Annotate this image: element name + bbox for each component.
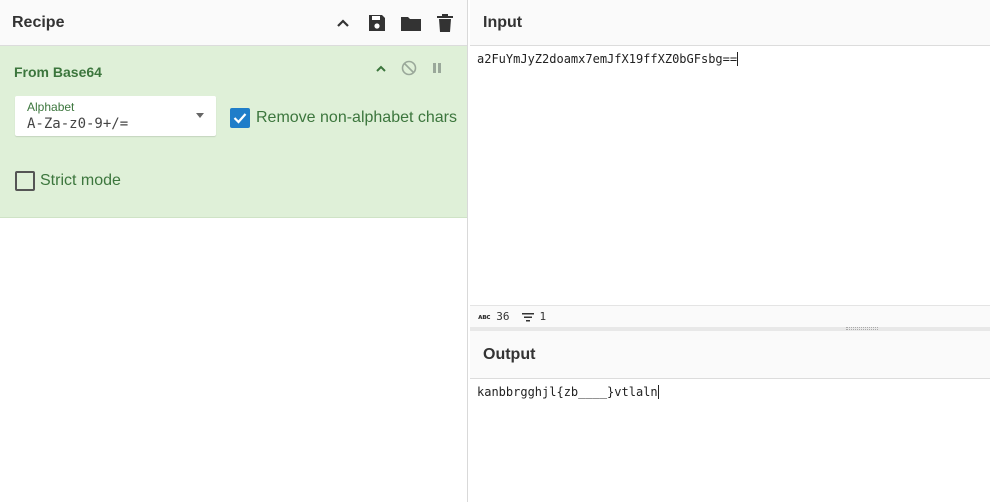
checkbox-unchecked-icon[interactable] [15,171,35,191]
resize-grip-icon[interactable] [846,327,878,330]
output-pane: Output kanbbrgghjl{zb____}vtlaln [470,331,990,502]
output-textarea[interactable]: kanbbrgghjl{zb____}vtlaln [477,385,659,399]
recipe-header: Recipe [0,0,467,46]
folder-icon[interactable] [401,13,421,33]
recipe-title: Recipe [12,13,65,31]
alphabet-select[interactable]: Alphabet A-Za-z0-9+/= [15,96,216,136]
remove-non-alphabet-checkbox[interactable]: Remove non-alphabet chars [230,108,457,128]
collapse-operation-icon[interactable] [373,60,389,76]
strict-mode-label: Strict mode [40,172,121,189]
recipe-toolbar [333,13,455,33]
input-title: Input [483,13,523,31]
operation-title: From Base64 [14,64,102,80]
text-cursor [657,385,659,399]
checkbox-checked-icon[interactable] [230,108,250,128]
output-text: kanbbrgghjl{zb____}vtlaln [477,385,658,399]
disable-operation-icon[interactable] [401,60,417,76]
chevron-up-icon[interactable] [333,13,353,33]
strict-mode-checkbox[interactable]: Strict mode [15,171,121,191]
dropdown-caret-icon [196,113,204,118]
operation-from-base64: From Base64 Alphabet A-Za-z0-9+/= Remove… [0,46,467,218]
alphabet-label: Alphabet [27,100,75,114]
alphabet-value: A-Za-z0-9+/= [27,116,129,132]
output-header: Output [470,331,990,379]
input-header: Input [470,0,990,46]
abc-icon: ᴀʙᴄ [478,312,491,321]
char-count: ᴀʙᴄ 36 [478,310,510,323]
input-pane: Input a2FuYmJyZ2doamx7emJfX19ffXZ0bGFsbg… [470,0,990,327]
line-count-value: 1 [539,310,547,323]
char-count-value: 36 [496,310,510,323]
input-textarea[interactable]: a2FuYmJyZ2doamx7emJfX19ffXZ0bGFsbg== [477,52,739,66]
input-text: a2FuYmJyZ2doamx7emJfX19ffXZ0bGFsbg== [477,52,738,66]
recipe-pane: Recipe From Base64 Alphabet A-Za-z0-9+/=… [0,0,468,502]
pause-operation-icon[interactable] [429,60,445,76]
output-title: Output [483,345,536,363]
line-count: 1 [521,310,547,323]
save-icon[interactable] [367,13,387,33]
operation-controls [373,60,445,76]
remove-non-alphabet-label: Remove non-alphabet chars [256,109,458,126]
trash-icon[interactable] [435,13,455,33]
text-cursor [737,52,739,66]
lines-icon [521,312,534,322]
input-status-bar: ᴀʙᴄ 36 1 [470,305,990,327]
